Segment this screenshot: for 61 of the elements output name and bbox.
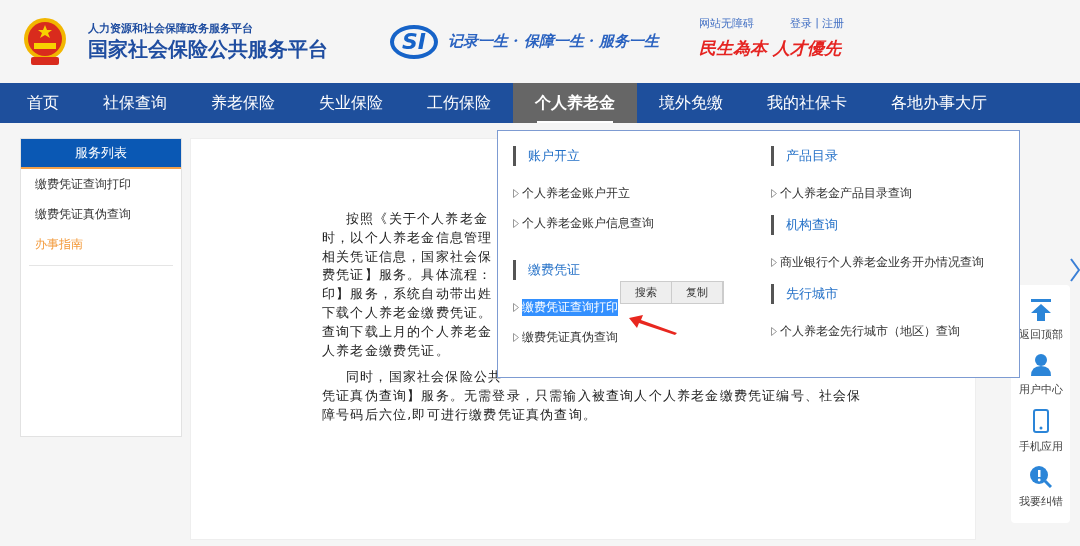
article-text-line: 按照《关于个人养老金	[345, 210, 488, 228]
triangle-icon	[513, 302, 519, 312]
motto: 记录一生 · 保障一生 · 服务一生	[448, 32, 660, 51]
slogan: 民生為本 人才優先	[699, 36, 843, 60]
pointer-arrow	[629, 315, 677, 335]
si-logo: SI	[390, 24, 438, 59]
alert-search-icon	[1029, 466, 1052, 488]
article-text-line: 障号码后六位,即可进行缴费凭证真伪查询。	[322, 405, 597, 424]
article-text-line: 查询下载上月的个人养老金	[322, 322, 493, 341]
menu-link[interactable]: 缴费凭证真伪查询	[513, 322, 771, 352]
chevron-right-icon[interactable]	[1070, 258, 1080, 282]
separator: |	[815, 15, 820, 31]
triangle-icon	[513, 188, 519, 198]
tool-button[interactable]: 手机应用	[1018, 409, 1063, 454]
menu-section-title: 账户开立	[513, 146, 771, 166]
site-subtitle: 人力资源和社会保障政务服务平台	[88, 21, 254, 36]
triangle-icon	[771, 188, 777, 198]
menu-section-title: 机构查询	[771, 215, 984, 235]
sidebar-item[interactable]: 缴费凭证真伪查询	[29, 199, 173, 229]
article-text-line: 印】服务，系统自动带出姓	[322, 285, 493, 304]
context-menu-button[interactable]: 搜索	[621, 282, 672, 303]
register-link[interactable]: 注册	[822, 15, 845, 31]
article-text-line: 凭证真伪查询】服务。无需登录，只需输入被查询人个人养老金缴费凭证编号、社会保	[322, 387, 862, 406]
menu-link[interactable]: 个人养老金账户信息查询	[513, 208, 771, 238]
site-title: 国家社会保险公共服务平台	[88, 35, 328, 62]
nav-tab[interactable]: 社保查询	[81, 83, 189, 123]
back-to-top-icon	[1030, 299, 1051, 321]
tool-button[interactable]: 返回顶部	[1018, 299, 1063, 342]
context-menu-button[interactable]: 复制	[672, 282, 723, 303]
nav-tab[interactable]: 失业保险	[297, 83, 405, 123]
sidebar-title: 服务列表	[21, 139, 181, 169]
article-text-line: 相关凭证信息，国家社会保	[322, 247, 493, 266]
nav-tab[interactable]: 首页	[5, 83, 81, 123]
nav-tab[interactable]: 个人养老金	[513, 83, 637, 123]
triangle-icon	[771, 326, 777, 336]
nav-tab[interactable]: 我的社保卡	[745, 83, 869, 123]
menu-section-title: 产品目录	[771, 146, 984, 166]
triangle-icon	[771, 257, 777, 267]
tool-button[interactable]: 用户中心	[1018, 354, 1063, 397]
article-text-line: 时，以个人养老金信息管理	[322, 228, 493, 247]
nav-tab[interactable]: 各地办事大厅	[869, 83, 1009, 123]
tool-button[interactable]: 我要纠错	[1018, 466, 1063, 509]
login-link[interactable]: 登录	[790, 15, 813, 31]
menu-section-title: 先行城市	[771, 284, 984, 304]
nav-tab[interactable]: 境外免缴	[637, 83, 745, 123]
menu-link[interactable]: 个人养老金产品目录查询	[771, 178, 984, 208]
accessibility-link[interactable]: 网站无障碍	[699, 15, 755, 31]
user-icon	[1030, 354, 1051, 376]
menu-link[interactable]: 个人养老金账户开立	[513, 178, 771, 208]
article-text-line: 费凭证】服务。具体流程：	[322, 266, 493, 285]
triangle-icon	[513, 332, 519, 342]
article-text-line: 人养老金缴费凭证。	[322, 341, 450, 360]
phone-icon	[1032, 409, 1049, 433]
triangle-icon	[513, 218, 519, 228]
nav-tab[interactable]: 养老保险	[189, 83, 297, 123]
emblem-icon	[22, 16, 68, 67]
sidebar-item[interactable]: 缴费凭证查询打印	[29, 169, 173, 199]
nav-tab[interactable]: 工伤保险	[405, 83, 513, 123]
article-text-line: 下载个人养老金缴费凭证。	[322, 304, 493, 322]
menu-link[interactable]: 商业银行个人养老金业务开办情况查询	[771, 247, 984, 277]
menu-link[interactable]: 个人养老金先行城市（地区）查询	[771, 316, 984, 346]
